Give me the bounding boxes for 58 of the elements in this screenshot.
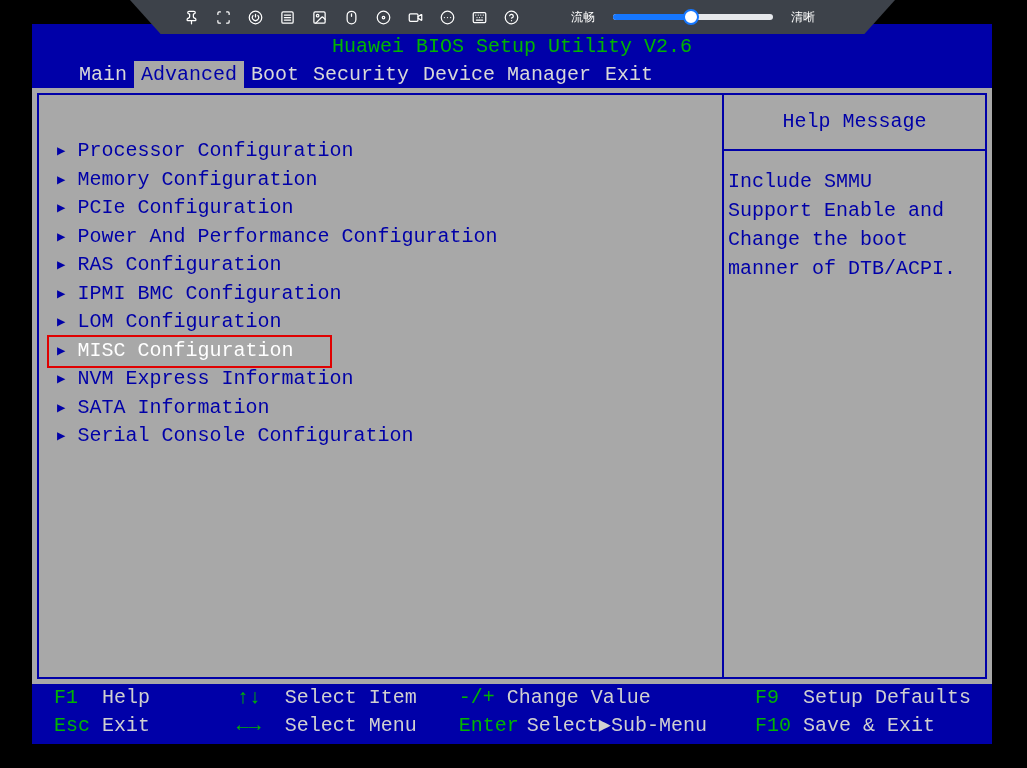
arrow-marker: ▶ <box>57 315 66 330</box>
arrow-marker: ▶ <box>57 343 66 358</box>
arrow-marker: ▶ <box>57 286 66 301</box>
shortcut-label: Select Menu <box>284 716 417 736</box>
arrow-marker: ▶ <box>57 372 66 387</box>
menu-tab[interactable]: Device Manager <box>416 61 599 88</box>
mouse-icon[interactable] <box>344 9 359 25</box>
arrow-marker: ▶ <box>57 258 66 273</box>
shortcut-key: ↑↓ <box>236 688 277 708</box>
image-icon[interactable] <box>312 9 327 25</box>
help-title: Help Message <box>782 112 927 132</box>
shortcut-key: Esc <box>54 716 94 736</box>
shortcut-label: Setup Defaults <box>803 688 972 708</box>
power-icon[interactable] <box>248 9 263 25</box>
arrow-marker: ▶ <box>57 172 66 187</box>
shortcut-key: Enter <box>458 716 519 736</box>
help-text: Include SMMU Support Enable and Change the boot manner of DTB/ACPI. <box>727 169 958 282</box>
menu-tab[interactable]: Security <box>306 61 417 88</box>
ellipsis-icon[interactable] <box>440 9 455 25</box>
menu-item[interactable]: RAS Configuration <box>77 255 282 276</box>
shortcut-key: -/+ <box>458 688 499 708</box>
bios-title: Huawei BIOS Setup Utility V2.6 <box>331 37 693 57</box>
disc-icon[interactable] <box>376 9 391 25</box>
menu-tab[interactable]: Boot <box>244 61 307 88</box>
menu-tab[interactable]: Advanced <box>134 61 245 88</box>
quality-high-label: 清晰 <box>791 9 815 26</box>
menu-item[interactable]: LOM Configuration <box>77 312 282 333</box>
help-icon[interactable] <box>504 9 519 25</box>
shortcut-key: ←→ <box>236 716 277 736</box>
pin-icon[interactable] <box>184 9 199 25</box>
square-icon[interactable] <box>280 9 295 25</box>
arrow-marker: ▶ <box>57 429 66 444</box>
shortcut-label: Change Value <box>506 688 651 708</box>
arrow-marker: ▶ <box>57 201 66 216</box>
menu-item[interactable]: NVM Express Information <box>77 369 354 390</box>
menu-item[interactable]: PCIe Configuration <box>77 198 294 219</box>
menu-item[interactable]: Memory Configuration <box>77 169 318 190</box>
menu-item[interactable]: Serial Console Configuration <box>77 426 414 447</box>
menu-item[interactable]: Power And Performance Configuration <box>77 226 498 247</box>
arrow-marker: ▶ <box>57 229 66 244</box>
arrow-marker: ▶ <box>57 144 66 159</box>
menu-item[interactable]: Processor Configuration <box>77 141 354 162</box>
fullscreen-icon[interactable] <box>216 9 231 25</box>
menu-item[interactable]: SATA Information <box>77 397 270 418</box>
shortcut-label: Help <box>102 688 150 708</box>
menu-item[interactable]: IPMI BMC Configuration <box>77 283 342 304</box>
quality-low-label: 流畅 <box>571 9 595 26</box>
shortcut-key: F1 <box>54 688 94 708</box>
shortcut-label: Save & Exit <box>803 716 936 736</box>
menu-tab[interactable]: Exit <box>598 61 661 88</box>
shortcut-label: Select Item <box>284 688 417 708</box>
shortcut-label: Select▶Sub-Menu <box>526 716 707 736</box>
menu-tab[interactable]: Main <box>72 61 134 88</box>
shortcut-key: F9 <box>755 688 795 708</box>
shortcut-key: F10 <box>755 716 795 736</box>
shortcut-label: Exit <box>102 716 150 736</box>
keyboard-icon[interactable] <box>472 9 487 25</box>
arrow-marker: ▶ <box>57 400 66 415</box>
